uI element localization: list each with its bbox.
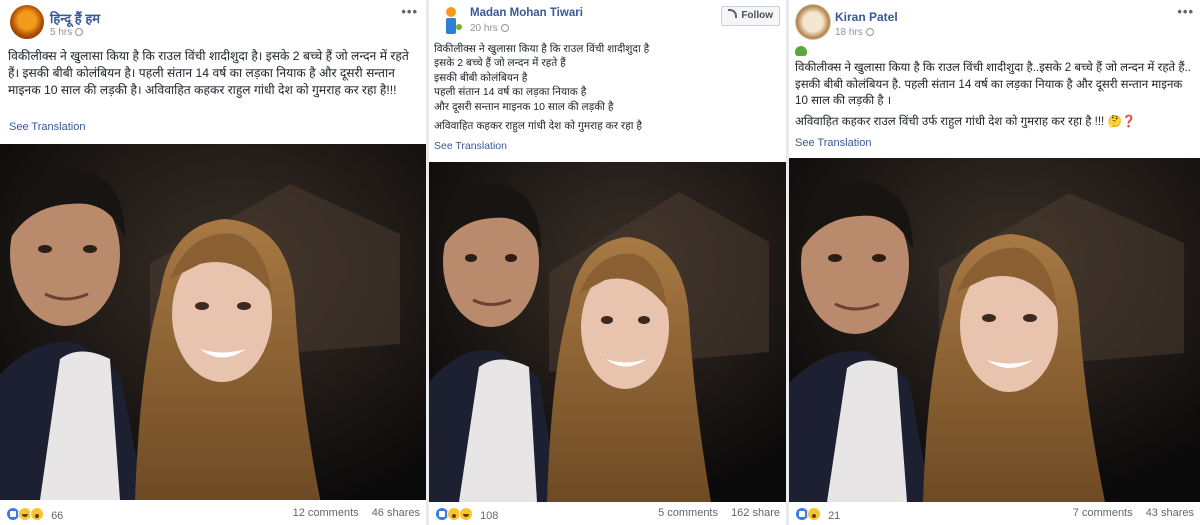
globe-icon xyxy=(75,28,84,36)
follow-button[interactable]: Follow xyxy=(721,6,780,26)
post-photo[interactable] xyxy=(429,162,786,502)
follow-label: Follow xyxy=(741,10,773,21)
reactions[interactable]: 21 xyxy=(795,507,840,522)
post-stats: 12 comments 46 shares xyxy=(283,507,420,519)
photo-image xyxy=(789,158,1200,502)
see-translation-link[interactable]: See Translation xyxy=(9,121,85,133)
photo-image xyxy=(429,162,786,502)
post-stats: 5 comments 162 share xyxy=(648,507,780,519)
post-time[interactable]: 5 hrs xyxy=(50,27,84,38)
author-name[interactable]: Madan Mohan Tiwari xyxy=(470,7,583,19)
avatar[interactable] xyxy=(795,4,831,40)
post-time[interactable]: 18 hrs xyxy=(835,27,874,38)
post-time-text[interactable]: 20 hrs xyxy=(470,23,498,34)
post-header: Kiran Patel 18 hrs ••• xyxy=(789,0,1200,42)
more-options-icon[interactable]: ••• xyxy=(1177,4,1194,19)
avatar[interactable] xyxy=(10,5,44,39)
wow-icon xyxy=(30,507,44,521)
post-line: विकीलीक्स ने खुलासा किया है कि राउल विंच… xyxy=(434,43,650,55)
post-time-text[interactable]: 18 hrs xyxy=(835,27,863,38)
post-line: इसके 2 बच्चे हैं जो लन्दन में रहते हैं xyxy=(434,57,566,70)
post-header: हिन्दू हैं हम 5 hrs ••• xyxy=(0,0,426,42)
globe-icon xyxy=(500,24,509,32)
post-line: इसकी बीबी कोलंबियन है xyxy=(434,71,528,84)
post-footer: 108 5 comments 162 share xyxy=(429,501,786,525)
post-line: अविवाहित कहकर राहुल गांधी देश को गुमराह … xyxy=(434,120,642,133)
post-stats: 7 comments 43 shares xyxy=(1063,507,1194,519)
comments-count[interactable]: 7 comments xyxy=(1073,507,1133,519)
post-2: Madan Mohan Tiwari 20 hrs Follow विकीलीक… xyxy=(429,0,786,525)
post-line: और दूसरी सन्तान माइनक 10 साल की लड़की है xyxy=(434,100,614,113)
photo-image xyxy=(0,144,426,500)
post-text: विकीलीक्स ने खुलासा किया है कि राउल विंच… xyxy=(434,42,779,133)
wow-icon xyxy=(807,507,821,521)
shares-count[interactable]: 43 shares xyxy=(1146,507,1194,519)
post-text-content: विकीलीक्स ने खुलासा किया है कि राउल विंच… xyxy=(795,61,1191,107)
reactions[interactable]: 108 xyxy=(435,507,498,522)
author-name[interactable]: हिन्दू हैं हम xyxy=(50,9,100,27)
author-name[interactable]: Kiran Patel xyxy=(835,10,898,24)
comments-count[interactable]: 12 comments xyxy=(293,507,359,519)
post-footer: 66 12 comments 46 shares xyxy=(0,501,426,525)
reaction-count[interactable]: 21 xyxy=(828,510,840,522)
avatar[interactable] xyxy=(437,5,465,35)
post-time-text[interactable]: 5 hrs xyxy=(50,27,72,38)
see-translation-link[interactable]: See Translation xyxy=(434,140,507,152)
globe-icon xyxy=(865,28,874,36)
post-1: हिन्दू हैं हम 5 hrs ••• विकीलीक्स ने खुल… xyxy=(0,0,426,525)
post-line: पहली संतान 14 वर्ष का लड़का नियाक है xyxy=(434,86,587,99)
more-options-icon[interactable]: ••• xyxy=(401,4,418,19)
post-text-content-2: अविवाहित कहकर राउल विंची उर्फ राहुल गांध… xyxy=(795,114,1137,128)
post-photo[interactable] xyxy=(789,158,1200,502)
post-photo[interactable] xyxy=(0,144,426,500)
haha-icon xyxy=(459,507,473,521)
comments-count[interactable]: 5 comments xyxy=(658,507,718,519)
info-logo-icon xyxy=(446,7,462,34)
post-time[interactable]: 20 hrs xyxy=(470,23,509,34)
reaction-count[interactable]: 66 xyxy=(51,510,63,522)
frog-emoji-icon xyxy=(795,46,807,56)
post-text: विकीलीक्स ने खुलासा किया है कि राउल विंच… xyxy=(795,60,1195,130)
see-translation-link[interactable]: See Translation xyxy=(795,137,871,149)
rss-icon xyxy=(728,9,738,18)
post-header: Madan Mohan Tiwari 20 hrs Follow xyxy=(429,0,786,42)
reactions[interactable]: 66 xyxy=(6,507,63,522)
post-footer: 21 7 comments 43 shares xyxy=(789,501,1200,525)
post-text-content: विकीलीक्स ने खुलासा किया है कि राउल विंच… xyxy=(8,49,409,97)
shares-count[interactable]: 162 share xyxy=(731,507,780,519)
post-3: Kiran Patel 18 hrs ••• विकीलीक्स ने खुला… xyxy=(789,0,1200,525)
shares-count[interactable]: 46 shares xyxy=(372,507,420,519)
reaction-count[interactable]: 108 xyxy=(480,510,498,522)
post-text: विकीलीक्स ने खुलासा किया है कि राउल विंच… xyxy=(8,48,418,99)
